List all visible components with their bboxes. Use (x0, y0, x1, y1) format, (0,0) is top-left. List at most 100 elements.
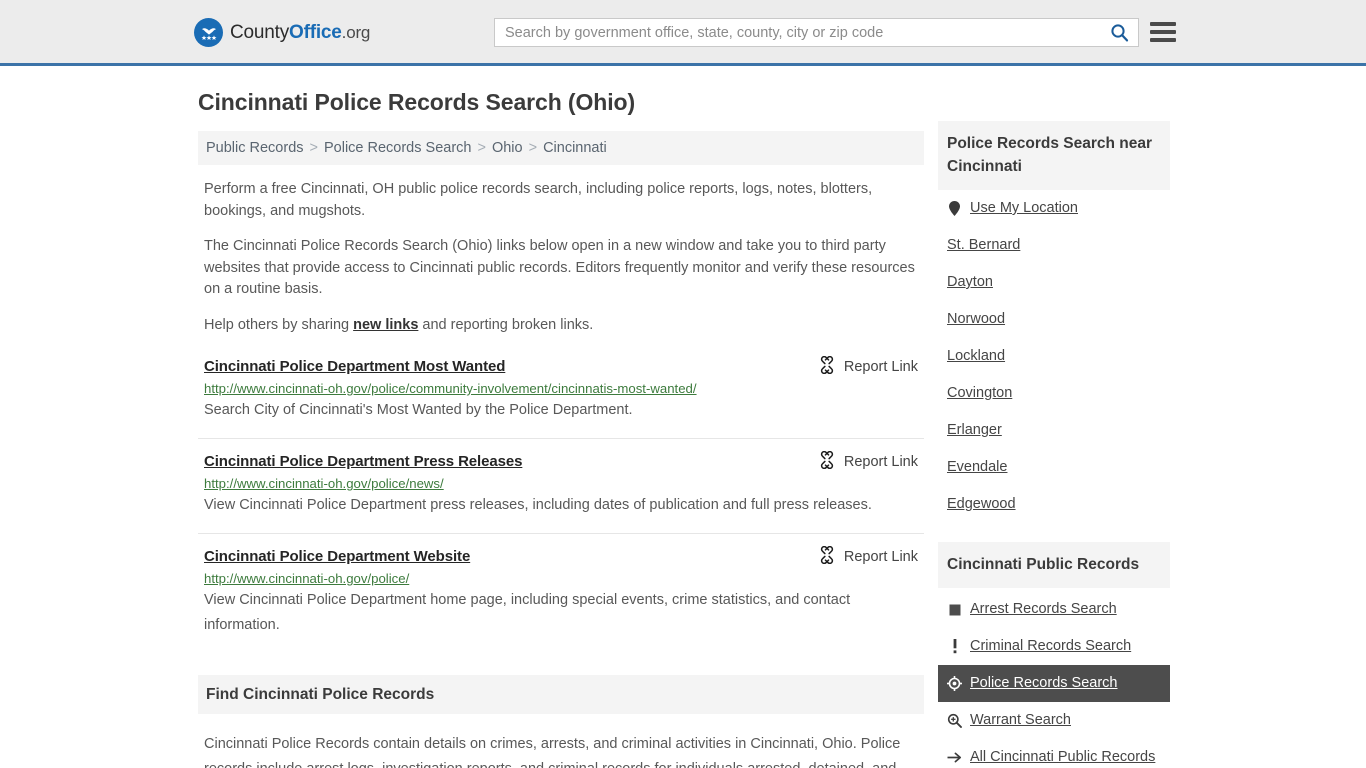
result-item: Cincinnati Police Department Press Relea… (198, 450, 924, 534)
result-url[interactable]: http://www.cincinnati-oh.gov/police/news… (204, 476, 918, 491)
report-link-button[interactable]: Report Link (818, 545, 918, 568)
search-bar[interactable] (494, 18, 1139, 47)
breadcrumb-item-ohio[interactable]: Ohio (492, 140, 523, 156)
magnifier-plus-icon (947, 713, 962, 728)
results-list: Cincinnati Police Department Most Wanted (198, 355, 924, 653)
logo-name-part2: Office (289, 21, 342, 43)
breadcrumb-separator: > (528, 140, 538, 156)
report-link-button[interactable]: Report Link (818, 450, 918, 473)
sidebar-city-label: Edgewood (947, 496, 1016, 512)
logo-suffix: .org (341, 22, 371, 42)
sidebar-city-edgewood[interactable]: Edgewood (938, 486, 1170, 523)
search-button[interactable] (1100, 19, 1138, 46)
hamburger-menu-button[interactable] (1150, 19, 1176, 45)
sidebar-city-covington[interactable]: Covington (938, 375, 1170, 412)
intro-paragraph-2: The Cincinnati Police Records Search (Oh… (204, 238, 915, 297)
sidebar-city-evendale[interactable]: Evendale (938, 449, 1170, 486)
find-records-heading-bar: Find Cincinnati Police Records (198, 675, 924, 714)
find-records-heading: Find Cincinnati Police Records (206, 685, 435, 703)
sidebar-nearby-list: Use My Location St. Bernard Dayton Norwo… (938, 190, 1170, 523)
sidebar-item-arrest-records-search[interactable]: Arrest Records Search (938, 591, 1170, 628)
result-item: Cincinnati Police Department Most Wanted (198, 355, 924, 439)
intro-p3-after: and reporting broken links. (418, 316, 594, 333)
list-item: Norwood (938, 301, 1170, 338)
breadcrumb-item-police-records-search[interactable]: Police Records Search (324, 140, 472, 156)
search-input[interactable] (495, 19, 1100, 46)
sidebar-section-public-records: Cincinnati Public Records Arrest Records… (938, 542, 1170, 768)
find-records-body: Cincinnati Police Records contain detail… (204, 736, 901, 768)
report-link-label: Report Link (843, 454, 918, 470)
list-item: All Cincinnati Public Records (Ohio) (938, 739, 1170, 768)
intro-p3-before: Help others by sharing (204, 316, 354, 333)
sidebar-item-label: Arrest Records Search (970, 601, 1117, 617)
main-content: Cincinnati Police Records Search (Ohio) … (198, 66, 924, 768)
sidebar-city-st-bernard[interactable]: St. Bernard (938, 227, 1170, 264)
list-item: St. Bernard (938, 227, 1170, 264)
list-item: Arrest Records Search (938, 591, 1170, 628)
site-logo[interactable]: CountyOffice.org (194, 18, 370, 47)
use-my-location-label: Use My Location (970, 200, 1078, 216)
sidebar-city-erlanger[interactable]: Erlanger (938, 412, 1170, 449)
new-links-link[interactable]: new links (353, 317, 418, 333)
crosshair-target-icon (947, 676, 962, 691)
hamburger-bar (1150, 22, 1176, 26)
sidebar-city-label: Covington (947, 385, 1013, 401)
result-item: Cincinnati Police Department Website Rep… (198, 545, 924, 653)
unlink-broken-chain-icon (818, 545, 836, 568)
breadcrumb: Public Records > Police Records Search >… (198, 131, 924, 165)
logo-name-part1: County (230, 21, 290, 43)
intro-paragraph-3: Help others by sharing new links and rep… (204, 315, 918, 337)
result-description: View Cincinnati Police Department home p… (204, 592, 851, 633)
hamburger-bar (1150, 30, 1176, 34)
sidebar-city-label: Evendale (947, 459, 1008, 475)
sidebar-public-records-list: Arrest Records Search Criminal Records S… (938, 588, 1170, 768)
hamburger-bar (1150, 38, 1176, 42)
result-title-link[interactable]: Cincinnati Police Department Press Relea… (204, 453, 522, 470)
sidebar-city-lockland[interactable]: Lockland (938, 338, 1170, 375)
sidebar-nearby-heading-bar: Police Records Search near Cincinnati (938, 121, 1170, 190)
sidebar-nearby-heading: Police Records Search near Cincinnati (947, 135, 1153, 175)
breadcrumb-separator: > (477, 140, 486, 156)
breadcrumb-separator: > (309, 140, 318, 156)
intro-paragraph-1: Perform a free Cincinnati, OH public pol… (204, 181, 873, 219)
result-title-link[interactable]: Cincinnati Police Department Website (204, 548, 470, 565)
list-item: Evendale (938, 449, 1170, 486)
unlink-broken-chain-icon (818, 450, 836, 473)
sidebar-item-police-records-search[interactable]: Police Records Search (938, 665, 1170, 702)
sidebar-city-norwood[interactable]: Norwood (938, 301, 1170, 338)
list-item: Warrant Search (938, 702, 1170, 739)
map-pin-icon (947, 201, 962, 216)
list-item: Criminal Records Search (938, 628, 1170, 665)
sidebar-city-dayton[interactable]: Dayton (938, 264, 1170, 301)
site-header: CountyOffice.org (0, 0, 1366, 66)
sidebar-item-label: Criminal Records Search (970, 638, 1132, 654)
report-link-label: Report Link (843, 359, 918, 375)
report-link-button[interactable]: Report Link (818, 355, 918, 378)
list-item: Police Records Search (938, 665, 1170, 702)
sidebar-item-label: Warrant Search (970, 712, 1071, 728)
sidebar-item-criminal-records-search[interactable]: Criminal Records Search (938, 628, 1170, 665)
result-description: View Cincinnati Police Department press … (204, 497, 872, 513)
report-link-label: Report Link (843, 549, 918, 565)
sidebar-public-records-heading: Cincinnati Public Records (947, 556, 1140, 573)
sidebar-section-nearby: Police Records Search near Cincinnati Us… (938, 121, 1170, 523)
sidebar-item-warrant-search[interactable]: Warrant Search (938, 702, 1170, 739)
list-item: Erlanger (938, 412, 1170, 449)
unlink-broken-chain-icon (818, 355, 836, 378)
result-url[interactable]: http://www.cincinnati-oh.gov/police/ (204, 571, 918, 586)
sidebar-city-label: Dayton (947, 274, 993, 290)
result-title-link[interactable]: Cincinnati Police Department Most Wanted (204, 358, 505, 375)
find-records-section: Find Cincinnati Police Records Cincinnat… (198, 675, 924, 768)
exclamation-icon (947, 639, 962, 654)
eagle-seal-icon (194, 18, 223, 47)
use-my-location-link[interactable]: Use My Location (938, 190, 1170, 227)
sidebar-item-all-cincinnati-public-records[interactable]: All Cincinnati Public Records (Ohio) (938, 739, 1170, 768)
result-url[interactable]: http://www.cincinnati-oh.gov/police/comm… (204, 381, 918, 396)
breadcrumb-item-public-records[interactable]: Public Records (206, 140, 304, 156)
sidebar-item-label: Police Records Search (970, 675, 1118, 691)
list-item: Covington (938, 375, 1170, 412)
list-item: Use My Location (938, 190, 1170, 227)
page-body: Cincinnati Police Records Search (Ohio) … (0, 66, 1366, 768)
search-icon (1110, 24, 1128, 42)
sidebar-city-label: Lockland (947, 348, 1006, 364)
